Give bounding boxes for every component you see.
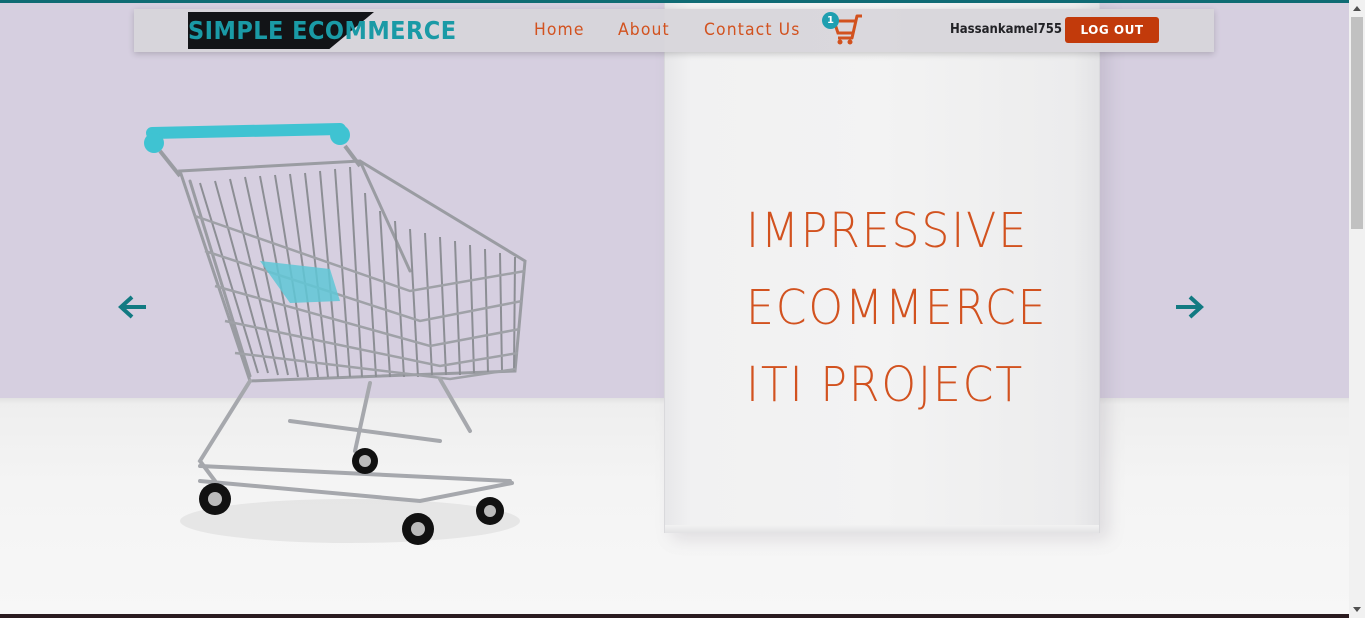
cart-button[interactable]: 1	[822, 11, 866, 47]
brand-name: SIMPLE ECOMMERCE	[188, 16, 457, 45]
hero-line-1: IMPRESSIVE	[746, 203, 1028, 259]
hero-line-2: ECOMMERCE	[746, 280, 1048, 336]
carousel-prev-button[interactable]	[118, 294, 150, 320]
cart-count-badge: 1	[822, 12, 839, 29]
page: IMPRESSIVE ECOMMERCE ITI PROJECT SIMPLE …	[0, 0, 1365, 618]
nav-link-contact-us[interactable]: Contact Us	[704, 20, 800, 40]
scroll-down-arrow-icon[interactable]	[1349, 602, 1365, 618]
hero-headline: IMPRESSIVE ECOMMERCE ITI PROJECT	[746, 193, 1050, 424]
scroll-up-arrow-icon[interactable]	[1349, 0, 1365, 16]
hero-shopping-cart-image	[144, 123, 527, 545]
brand-logo-link[interactable]: SIMPLE ECOMMERCE	[188, 12, 456, 49]
scrollbar-thumb[interactable]	[1351, 17, 1363, 229]
arrow-left-icon	[118, 295, 146, 319]
nav-link-about[interactable]: About	[618, 20, 670, 40]
top-navbar: SIMPLE ECOMMERCE Home About Contact Us 1…	[134, 9, 1214, 52]
carousel-next-button[interactable]	[1172, 294, 1204, 320]
arrow-right-icon	[1176, 295, 1204, 319]
hero-carousel: IMPRESSIVE ECOMMERCE ITI PROJECT	[0, 3, 1349, 614]
hero-line-3: ITI PROJECT	[746, 357, 1025, 413]
username-label: Hassankamel755	[950, 22, 1063, 37]
vertical-scrollbar[interactable]	[1349, 0, 1365, 618]
logout-button[interactable]: LOG OUT	[1065, 17, 1159, 43]
nav-link-home[interactable]: Home	[534, 20, 585, 40]
bottom-edge-bar	[0, 614, 1365, 618]
